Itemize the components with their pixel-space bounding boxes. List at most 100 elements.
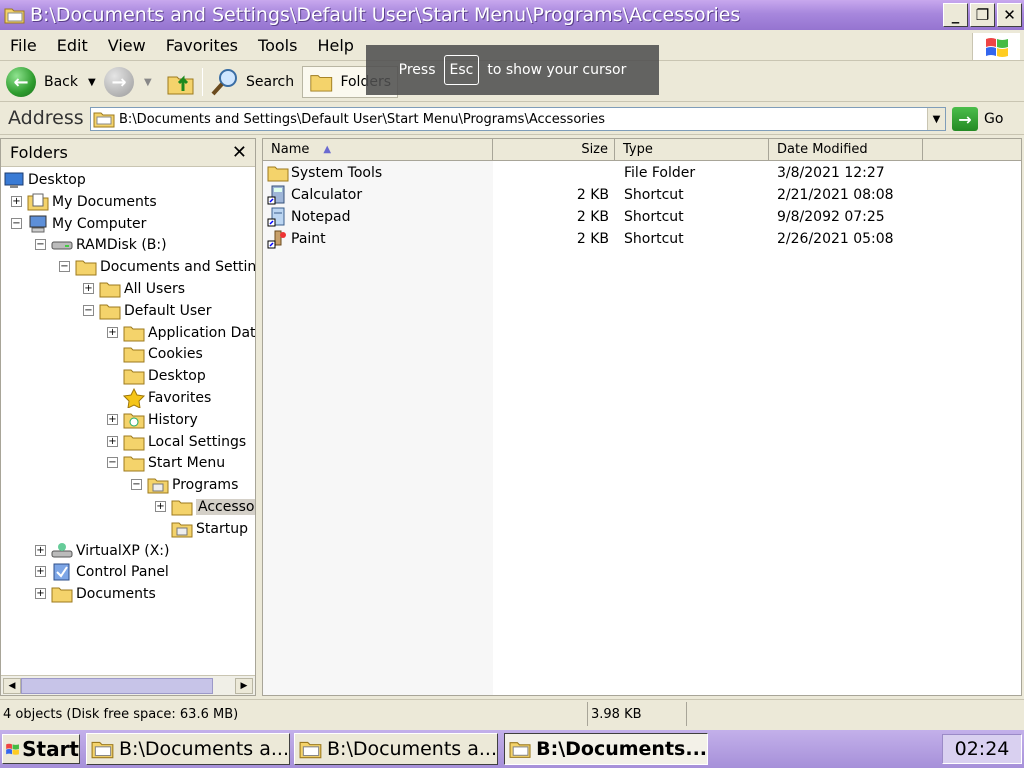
- tree-item[interactable]: Application Data: [123, 322, 255, 344]
- tree-item[interactable]: RAMDisk (B:): [51, 234, 167, 256]
- tree-item[interactable]: VirtualXP (X:): [51, 540, 169, 562]
- forward-dropdown-icon[interactable]: ▼: [144, 77, 152, 88]
- tree-item-label: Accessories: [196, 499, 255, 515]
- expand-icon[interactable]: +: [155, 501, 166, 512]
- scrollbar-thumb[interactable]: [21, 678, 213, 694]
- folder-icon: [123, 456, 145, 472]
- address-dropdown-icon[interactable]: ▼: [927, 108, 945, 130]
- tree-item-label: Startup: [196, 520, 248, 537]
- expand-icon[interactable]: +: [107, 326, 118, 338]
- taskbar-window-3[interactable]: B:\Documents...: [504, 733, 708, 765]
- tree-item[interactable]: Local Settings: [123, 431, 246, 453]
- search-label: Search: [246, 74, 295, 90]
- file-name: Paint: [291, 231, 326, 247]
- menu-help[interactable]: Help: [307, 36, 363, 55]
- tree-item-label: Control Panel: [76, 564, 169, 581]
- paint-icon: [267, 230, 286, 249]
- address-input[interactable]: B:\Documents and Settings\Default User\S…: [90, 107, 946, 131]
- menu-tools[interactable]: Tools: [248, 36, 307, 55]
- tree-item[interactable]: My Documents: [27, 191, 157, 213]
- address-label: Address: [8, 107, 84, 129]
- tree-item[interactable]: Desktop: [3, 169, 86, 191]
- scroll-left-icon[interactable]: ◀: [3, 678, 21, 694]
- history-icon: [123, 413, 145, 429]
- folder-icon: [99, 282, 121, 298]
- file-size: 2 KB: [576, 231, 609, 247]
- collapse-icon[interactable]: −: [131, 479, 142, 491]
- minimize-button[interactable]: _: [943, 3, 968, 27]
- column-date-label: Date Modified: [777, 142, 868, 157]
- tree-item[interactable]: Accessories: [171, 496, 255, 518]
- computer-icon: [29, 215, 47, 233]
- expand-icon[interactable]: +: [107, 413, 118, 425]
- folder-icon: [99, 304, 121, 320]
- expand-icon[interactable]: +: [11, 195, 22, 207]
- tree-item[interactable]: Favorites: [123, 387, 211, 409]
- horizontal-scrollbar[interactable]: ◀ ▶: [1, 675, 255, 695]
- folder-icon: [299, 741, 322, 759]
- notepad-icon: [267, 207, 285, 227]
- menu-edit[interactable]: Edit: [47, 36, 98, 55]
- tree-item[interactable]: Desktop: [123, 365, 206, 387]
- column-header-size[interactable]: Size: [493, 139, 615, 161]
- tree-item[interactable]: Startup: [171, 518, 248, 540]
- expand-icon[interactable]: +: [35, 544, 46, 556]
- go-button[interactable]: → Go: [952, 107, 1003, 131]
- file-row[interactable]: Notepad 2 KB Shortcut 9/8/2092 07:25: [263, 206, 1003, 228]
- collapse-icon[interactable]: −: [11, 217, 22, 229]
- title-bar[interactable]: B:\Documents and Settings\Default User\S…: [0, 0, 1024, 30]
- collapse-icon[interactable]: −: [83, 304, 94, 316]
- tree-item[interactable]: Cookies: [123, 343, 203, 365]
- tree-item-label: Favorites: [148, 390, 212, 406]
- tree-item-label: Documents and Settings: [100, 259, 255, 276]
- close-button[interactable]: ✕: [997, 3, 1022, 27]
- tree-item[interactable]: Documents and Settings: [75, 256, 255, 278]
- collapse-icon[interactable]: −: [35, 239, 46, 251]
- collapse-icon[interactable]: −: [59, 261, 70, 273]
- taskbar-window-1[interactable]: B:\Documents a...: [86, 733, 290, 765]
- tree-item-label: All Users: [124, 281, 186, 297]
- back-dropdown-icon[interactable]: ▼: [88, 77, 96, 88]
- search-button[interactable]: Search: [210, 66, 294, 98]
- tree-item[interactable]: My Computer: [27, 213, 146, 235]
- scroll-right-icon[interactable]: ▶: [235, 678, 253, 694]
- column-header-name[interactable]: Name ▲: [263, 139, 493, 161]
- menu-view[interactable]: View: [98, 36, 156, 55]
- file-row[interactable]: Calculator 2 KB Shortcut 2/21/2021 08:08: [263, 184, 1003, 206]
- expand-icon[interactable]: +: [107, 435, 118, 447]
- column-header-date[interactable]: Date Modified: [769, 139, 923, 161]
- expand-icon[interactable]: +: [35, 588, 46, 600]
- tree-item-label: Cookies: [148, 346, 203, 363]
- folder-icon: [171, 500, 193, 516]
- folder-tree: Desktop + My Documents − My Computer − RAMDisk…: [1, 167, 255, 673]
- close-icon[interactable]: ✕: [232, 142, 247, 163]
- menu-favorites[interactable]: Favorites: [156, 36, 248, 55]
- folder-icon: [123, 435, 145, 451]
- file-row[interactable]: Paint 2 KB Shortcut 2/26/2021 05:08: [263, 228, 1003, 250]
- tree-item[interactable]: History: [123, 409, 198, 431]
- drive-icon: [51, 241, 73, 250]
- back-arrow-icon: ←: [6, 67, 36, 97]
- column-header-type[interactable]: Type: [615, 139, 769, 161]
- forward-button[interactable]: → ▼: [104, 66, 152, 98]
- menu-file[interactable]: File: [0, 36, 47, 55]
- expand-icon[interactable]: +: [35, 566, 46, 578]
- taskbar-window-1-label: B:\Documents a...: [119, 738, 289, 760]
- back-button[interactable]: ← Back ▼: [6, 66, 96, 98]
- start-button[interactable]: Start: [2, 734, 80, 764]
- tree-item[interactable]: Start Menu: [123, 452, 225, 474]
- tree-item[interactable]: All Users: [99, 278, 185, 300]
- tree-item-label: Start Menu: [148, 455, 226, 472]
- folder-icon: [51, 587, 73, 603]
- tree-item[interactable]: Documents: [51, 583, 156, 605]
- tree-item[interactable]: Default User: [99, 300, 212, 322]
- file-row[interactable]: System Tools File Folder 3/8/2021 12:27: [263, 162, 1003, 184]
- clock[interactable]: 02:24: [955, 738, 1010, 760]
- tree-item[interactable]: Programs: [147, 474, 238, 496]
- tree-item[interactable]: Control Panel: [51, 561, 169, 583]
- taskbar-window-2[interactable]: B:\Documents a...: [294, 733, 498, 765]
- collapse-icon[interactable]: −: [107, 457, 118, 469]
- up-folder-button[interactable]: [166, 66, 196, 98]
- expand-icon[interactable]: +: [83, 283, 94, 294]
- maximize-button[interactable]: ❐: [970, 3, 995, 27]
